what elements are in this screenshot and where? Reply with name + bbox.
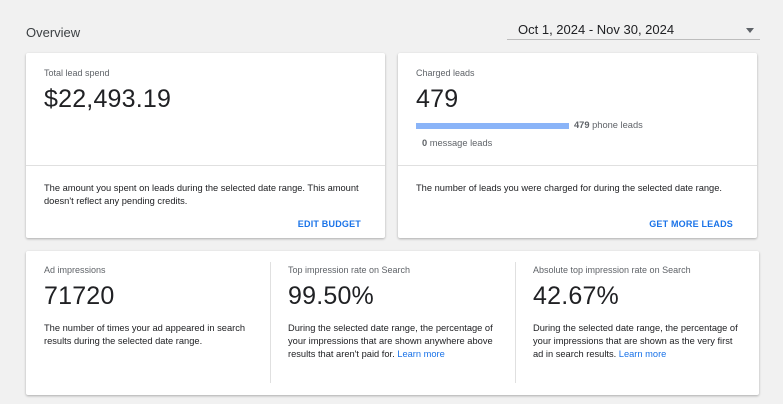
card-label: Ad impressions xyxy=(44,265,106,275)
card-description: During the selected date range, the perc… xyxy=(288,322,500,361)
message-leads-count: 0 xyxy=(422,138,428,148)
card-description: The number of times your ad appeared in … xyxy=(44,323,246,346)
column-divider xyxy=(515,262,516,383)
learn-more-link[interactable]: Learn more xyxy=(397,349,445,359)
card-label: Absolute top impression rate on Search xyxy=(533,265,691,275)
card-divider xyxy=(26,165,385,166)
column-divider xyxy=(270,262,271,383)
date-range-select[interactable]: Oct 1, 2024 - Nov 30, 2024 xyxy=(507,16,760,40)
total-lead-spend-value: $22,493.19 xyxy=(44,85,172,113)
phone-leads-label: phone leads xyxy=(592,120,643,130)
overview-title: Overview xyxy=(26,25,81,40)
card-label: Total lead spend xyxy=(44,68,110,78)
learn-more-link[interactable]: Learn more xyxy=(619,349,667,359)
date-range-value: Oct 1, 2024 - Nov 30, 2024 xyxy=(518,22,675,37)
total-lead-spend-card: Total lead spend $22,493.19 The amount y… xyxy=(26,53,385,238)
metrics-card: Ad impressions 71720 The number of times… xyxy=(26,251,759,395)
message-leads-label: message leads xyxy=(429,138,493,148)
charged-leads-card: Charged leads 479 479 phone leads 0 mess… xyxy=(398,53,757,238)
description-text: During the selected date range, the perc… xyxy=(288,323,493,359)
card-label: Charged leads xyxy=(416,68,475,78)
message-leads-text: 0 message leads xyxy=(422,138,492,148)
absolute-top-impression-rate-value: 42.67% xyxy=(533,282,619,310)
chevron-down-icon xyxy=(746,28,754,33)
phone-leads-bar xyxy=(416,123,569,129)
card-description: The amount you spent on leads during the… xyxy=(44,183,359,206)
phone-leads-count: 479 xyxy=(574,120,590,130)
phone-leads-text: 479 phone leads xyxy=(574,120,643,130)
ad-impressions-value: 71720 xyxy=(44,282,115,310)
get-more-leads-button[interactable]: GET MORE LEADS xyxy=(649,219,733,229)
top-impression-rate-value: 99.50% xyxy=(288,282,374,310)
card-description: The number of leads you were charged for… xyxy=(416,183,722,193)
card-divider xyxy=(398,165,757,166)
card-label: Top impression rate on Search xyxy=(288,265,411,275)
charged-leads-value: 479 xyxy=(416,85,459,113)
edit-budget-button[interactable]: EDIT BUDGET xyxy=(298,219,361,229)
card-description: During the selected date range, the perc… xyxy=(533,322,745,361)
